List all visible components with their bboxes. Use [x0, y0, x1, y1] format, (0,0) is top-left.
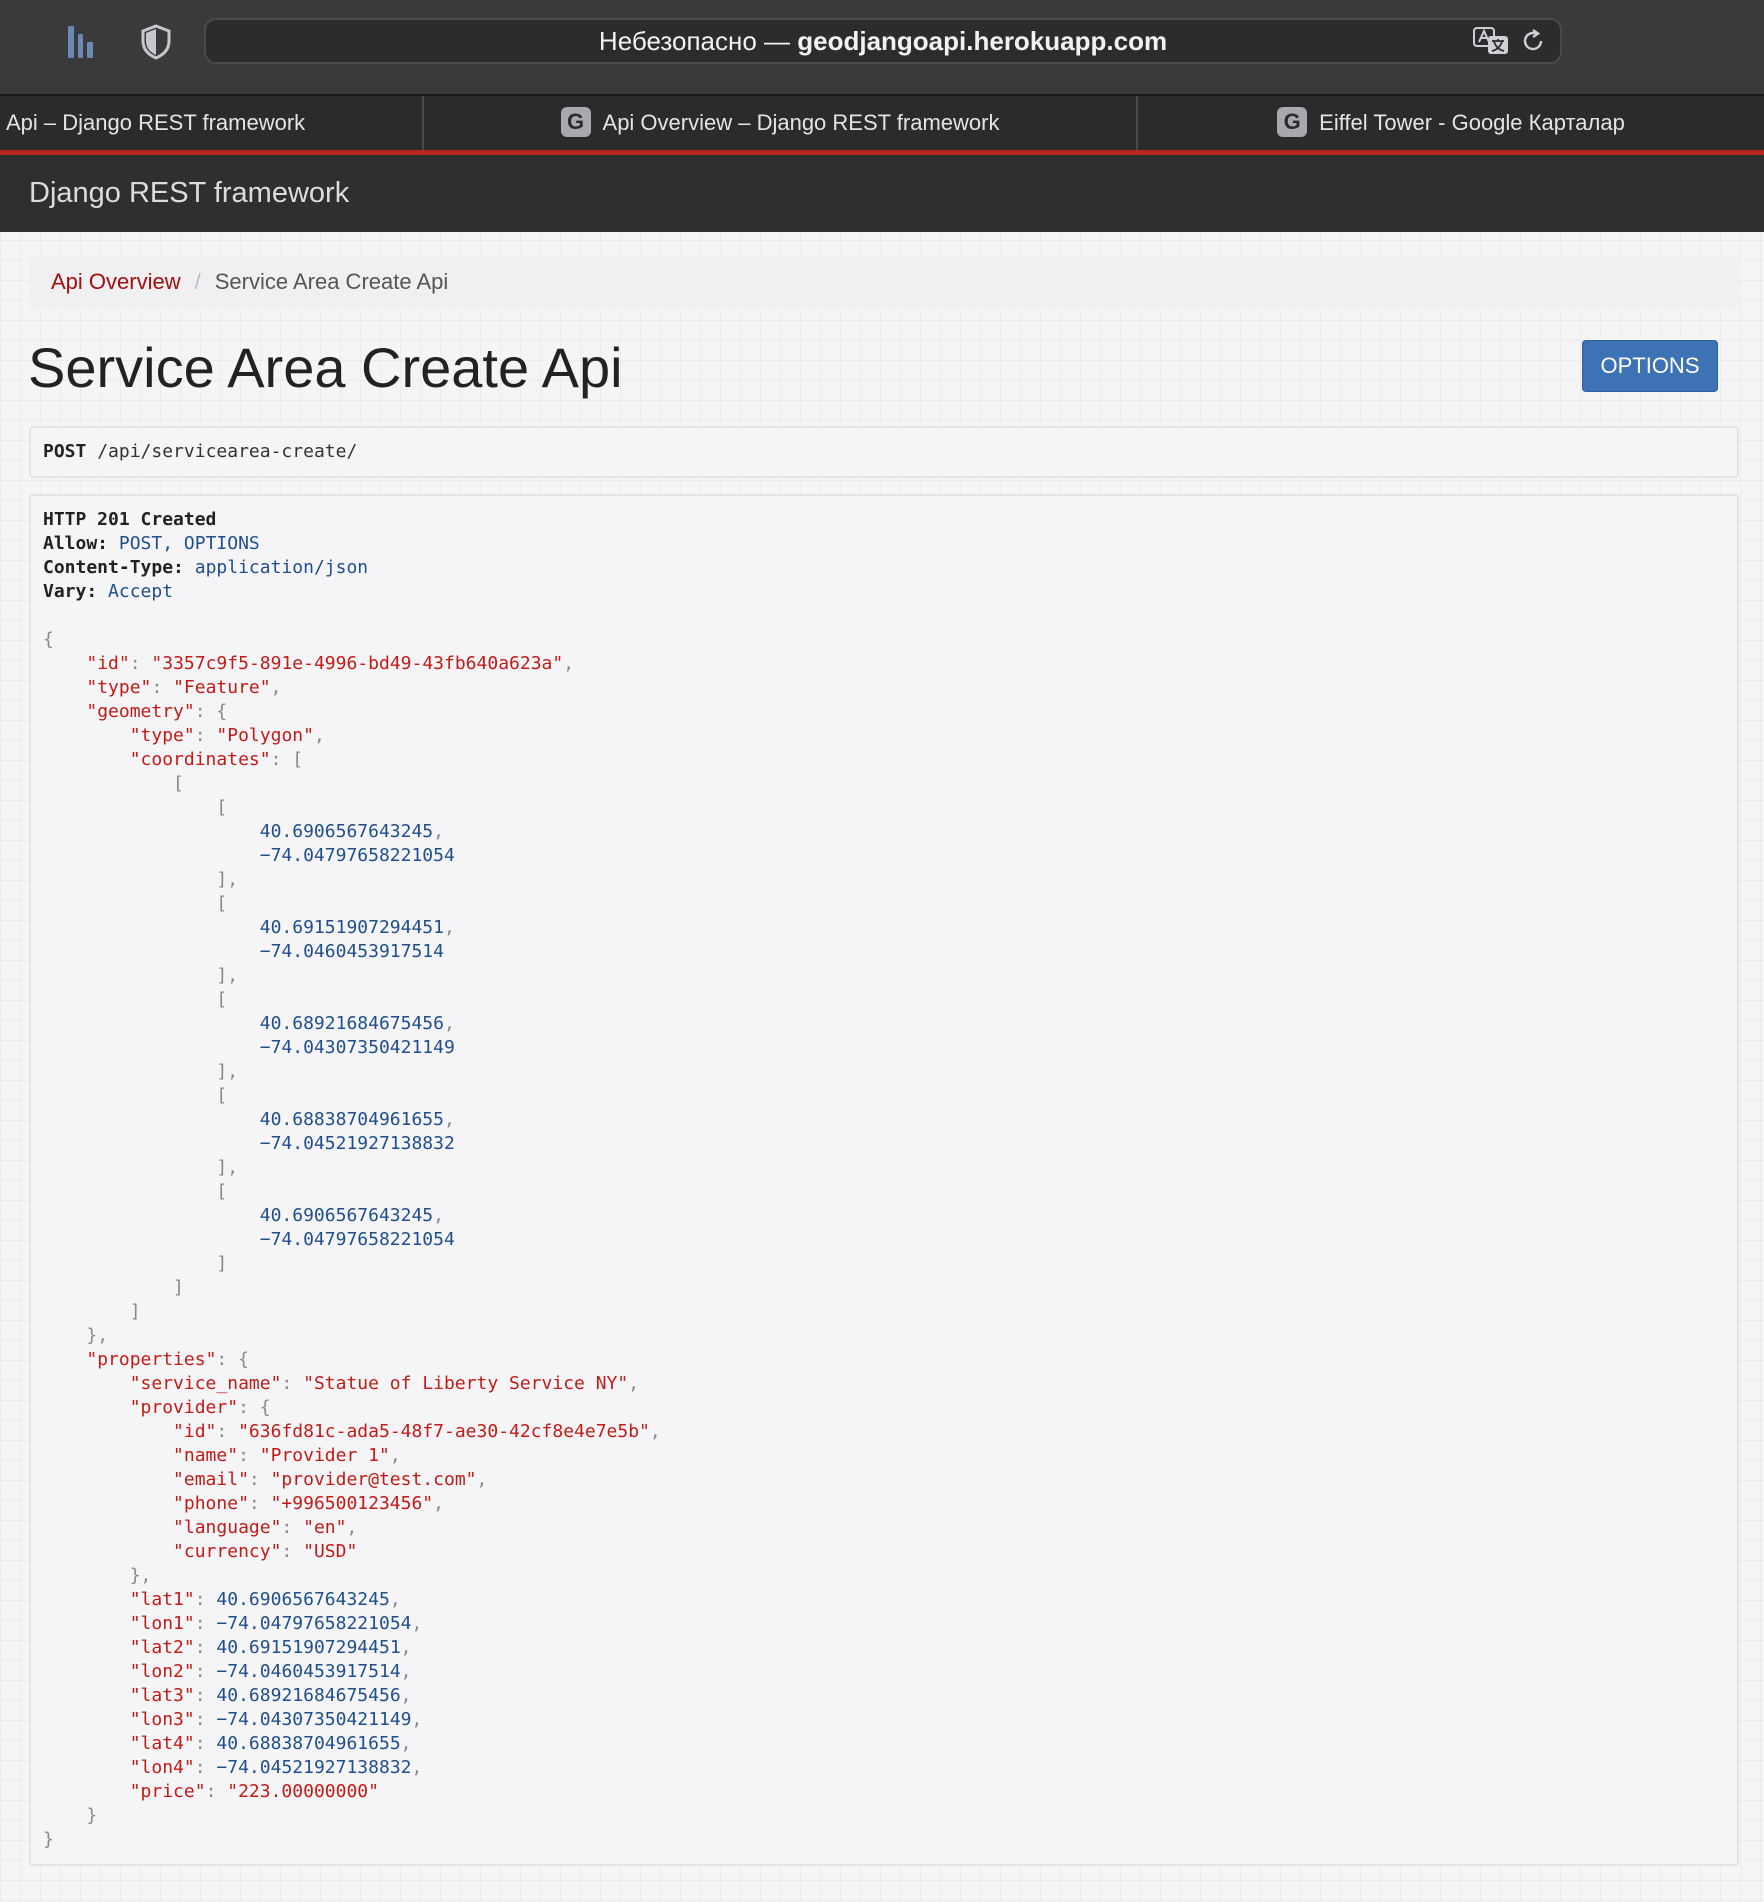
json-line: −74.04521927138832 [259, 1133, 455, 1154]
breadcrumb: Api Overview / Service Area Create Api [29, 255, 1739, 309]
json-line: }, [129, 1565, 152, 1586]
json-line: "coordinates": [ [129, 749, 304, 770]
response-json-body: { "id": "3357c9f5-891e-4996-bd49-43fb640… [43, 628, 1725, 1852]
json-line: 40.6906567643245, [259, 821, 444, 842]
json-line: "type": "Feature", [86, 677, 282, 698]
json-line: "type": "Polygon", [129, 725, 325, 746]
json-line: "geometry": { [86, 701, 228, 722]
request-method: POST [43, 441, 87, 462]
json-line: } [86, 1805, 98, 1826]
json-line: 40.68921684675456, [259, 1013, 455, 1034]
json-line: "service_name": "Statue of Liberty Servi… [129, 1373, 640, 1394]
json-line: ], [216, 1061, 239, 1082]
json-line: "currency": "USD" [173, 1541, 358, 1562]
address-bar[interactable]: Небезопасно — geodjangoapi.herokuapp.com [204, 18, 1562, 64]
response-status: HTTP 201 Created [43, 509, 217, 530]
tab-bar: Api – Django REST framework G Api Overvie… [0, 96, 1764, 150]
json-line: [ [216, 1085, 228, 1106]
sidebar-icon[interactable] [66, 24, 96, 60]
tab-api-overview[interactable]: G Api Overview – Django REST framework [424, 96, 1138, 150]
request-path: /api/servicearea-create/ [97, 441, 358, 462]
json-line: ] [173, 1277, 184, 1298]
response-header: Allow: POST, OPTIONS [43, 533, 260, 554]
json-line: "provider": { [129, 1397, 271, 1418]
json-line: "lat4": 40.68838704961655, [129, 1733, 412, 1754]
address-text: Небезопасно — geodjangoapi.herokuapp.com [206, 20, 1560, 62]
drf-brand-link[interactable]: Django REST framework [29, 155, 349, 232]
tab-api[interactable]: Api – Django REST framework [0, 96, 424, 150]
json-line: [ [173, 773, 184, 794]
json-line: "lat2": 40.69151907294451, [129, 1637, 412, 1658]
tab-eiffel-tower[interactable]: G Eiffel Tower - Google Карталар [1138, 96, 1764, 150]
json-line: { [43, 629, 54, 650]
json-line: ], [216, 869, 239, 890]
json-line: [ [216, 797, 228, 818]
json-line: −74.04307350421149 [259, 1037, 455, 1058]
json-line: "name": "Provider 1", [173, 1445, 401, 1466]
json-line: ], [216, 965, 239, 986]
json-line: "id": "636fd81c-ada5-48f7-ae30-42cf8e4e7… [173, 1421, 661, 1442]
response-header: Vary: Accept [43, 581, 174, 602]
json-line: 40.6906567643245, [259, 1205, 444, 1226]
favicon-g-icon: G [1277, 107, 1308, 138]
response-header: Content-Type: application/json [43, 557, 369, 578]
json-line: 40.68838704961655, [259, 1109, 455, 1130]
json-line: [ [216, 1181, 228, 1202]
tab-label: Eiffel Tower - Google Карталар [1319, 110, 1625, 135]
reload-icon[interactable] [1520, 28, 1546, 54]
json-line: "lon4": −74.04521927138832, [129, 1757, 423, 1778]
favicon-g-icon: G [560, 107, 591, 138]
json-line: "email": "provider@test.com", [173, 1469, 488, 1490]
shield-icon[interactable] [140, 24, 172, 60]
json-line: [ [216, 989, 228, 1010]
response-info: HTTP 201 Created Allow: POST, OPTIONS Co… [29, 494, 1739, 1866]
json-line: "lat1": 40.6906567643245, [129, 1589, 401, 1610]
json-line: "language": "en", [173, 1517, 358, 1538]
json-line: −74.0460453917514 [259, 941, 444, 962]
options-button[interactable]: OPTIONS [1582, 340, 1718, 392]
breadcrumb-divider: / [194, 269, 201, 294]
json-line: "price": "223.00000000" [129, 1781, 379, 1802]
tab-label: Api – Django REST framework [6, 110, 306, 135]
drf-navbar: Django REST framework [0, 155, 1764, 232]
address-host: geodjangoapi.herokuapp.com [797, 26, 1168, 56]
json-line: "lat3": 40.68921684675456, [129, 1685, 412, 1706]
json-line: "lon1": −74.04797658221054, [129, 1613, 423, 1634]
json-line: } [43, 1829, 54, 1850]
browser-toolbar: Небезопасно — geodjangoapi.herokuapp.com [0, 0, 1764, 96]
json-line: "id": "3357c9f5-891e-4996-bd49-43fb640a6… [86, 653, 575, 674]
json-line: }, [86, 1325, 109, 1346]
json-line: ], [216, 1157, 239, 1178]
address-prefix: Небезопасно — [598, 26, 798, 56]
json-line: ] [129, 1301, 141, 1322]
json-line: "phone": "+996500123456", [173, 1493, 444, 1514]
json-line: "lon2": −74.0460453917514, [129, 1661, 412, 1682]
json-line: −74.04797658221054 [259, 845, 455, 866]
breadcrumb-api-overview-link[interactable]: Api Overview [51, 269, 181, 294]
request-info: POST /api/servicearea-create/ [29, 426, 1739, 478]
tab-label: Api Overview – Django REST framework [602, 110, 1000, 135]
json-line: ] [216, 1253, 228, 1274]
json-line: "properties": { [86, 1349, 249, 1370]
breadcrumb-current: Service Area Create Api [214, 269, 449, 294]
json-line: [ [216, 893, 228, 914]
json-line: 40.69151907294451, [259, 917, 455, 938]
translate-icon[interactable] [1472, 26, 1510, 56]
page-title: Service Area Create Api [28, 336, 623, 399]
json-line: "lon3": −74.04307350421149, [129, 1709, 423, 1730]
json-line: −74.04797658221054 [259, 1229, 455, 1250]
